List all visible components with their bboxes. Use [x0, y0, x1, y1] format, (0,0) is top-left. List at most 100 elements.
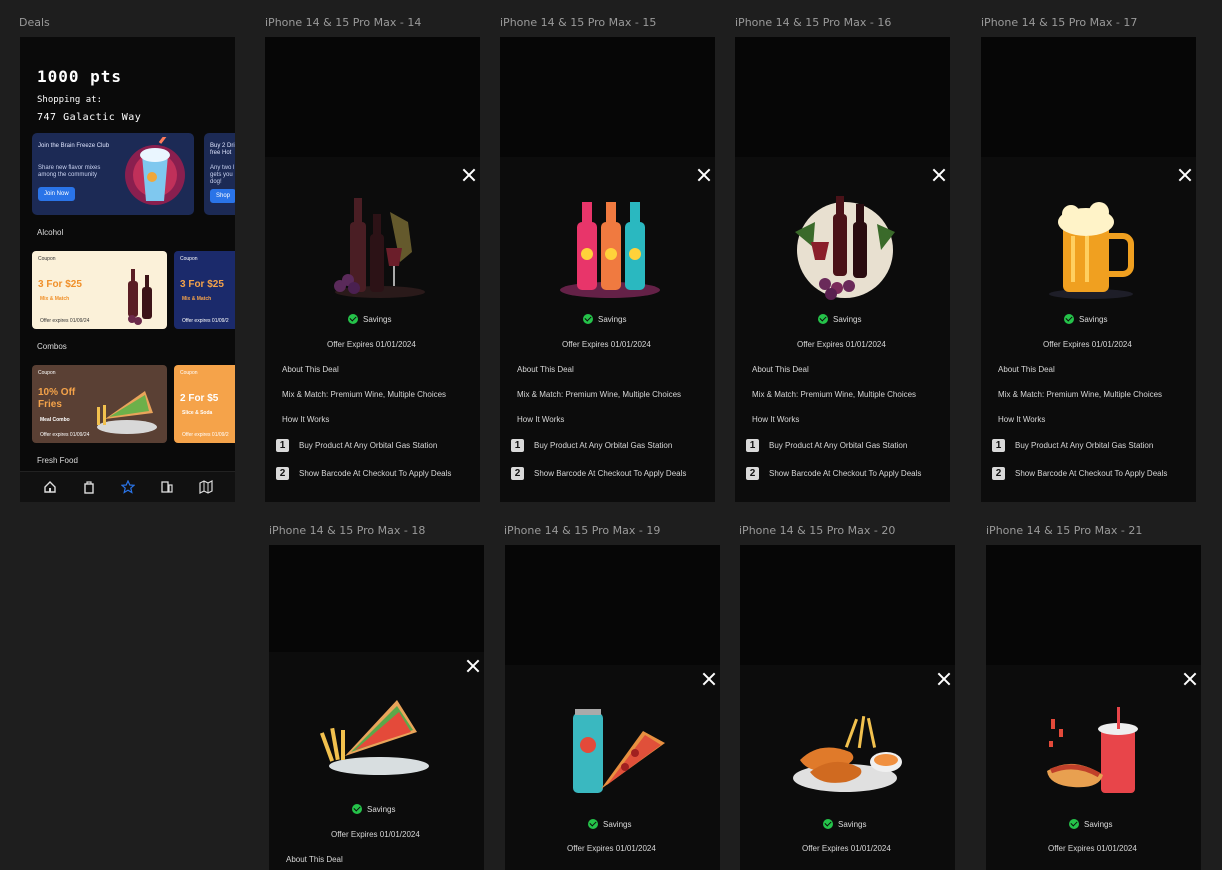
coupon-card-wine[interactable]: Coupon 3 For $25 Mix & Match Offer expir…	[32, 251, 167, 329]
savings-label: Savings	[1079, 314, 1108, 324]
step-1-icon: 1	[276, 439, 289, 452]
store-address[interactable]: 747 Galactic Way	[37, 112, 141, 123]
savings-row: Savings	[818, 314, 861, 324]
about-heading: About This Deal	[517, 365, 574, 374]
frame-label: iPhone 14 & 15 Pro Max - 16	[735, 16, 892, 29]
deal-detail-frame: Savings Offer Expires 01/01/2024	[986, 545, 1201, 870]
close-icon[interactable]	[466, 659, 480, 673]
sandwich-image	[97, 391, 157, 434]
check-icon	[583, 314, 593, 324]
how-it-works-heading: How It Works	[752, 415, 800, 424]
deal-detail-frame: Savings Offer Expires 01/01/2024 About T…	[735, 37, 950, 502]
coupon-card-wine-2[interactable]: Coupon 3 For $25 Mix & Match Offer expir…	[174, 251, 235, 329]
offer-expiry: Offer Expires 01/01/2024	[567, 844, 656, 853]
slushie-cup-image	[125, 137, 185, 205]
promo-card-hot-dog[interactable]: Buy 2 Dri free Hot Any two l gets you do…	[204, 133, 235, 215]
section-title-alcohol: Alcohol	[37, 228, 64, 237]
savings-label: Savings	[1084, 819, 1113, 829]
about-heading: About This Deal	[998, 365, 1055, 374]
promo-desc: Share new flavor mixes among the communi…	[38, 165, 101, 178]
close-icon[interactable]	[932, 168, 946, 182]
how-it-works-heading: How It Works	[517, 415, 565, 424]
coupon-expiry: Offer expires 01/09/24	[40, 318, 90, 324]
deal-description: Mix & Match: Premium Wine, Multiple Choi…	[517, 390, 682, 399]
close-icon[interactable]	[697, 168, 711, 182]
promo-title: Join the Brain Freeze Club	[38, 143, 110, 149]
savings-row: Savings	[348, 314, 391, 324]
deal-detail-sheet: Savings Offer Expires 01/01/2024 About T…	[735, 157, 950, 502]
star-icon[interactable]	[121, 480, 135, 494]
deal-detail-sheet: Savings Offer Expires 01/01/2024	[986, 665, 1201, 870]
chicken-fries-image	[793, 716, 902, 792]
check-icon	[1064, 314, 1074, 324]
coupon-subtitle: Meal Combo	[40, 417, 70, 423]
savings-row: Savings	[823, 819, 866, 829]
how-it-works-heading: How It Works	[998, 415, 1046, 424]
offer-expiry: Offer Expires 01/01/2024	[331, 830, 420, 839]
coupon-subtitle: Slice & Soda	[182, 410, 213, 416]
section-title-combos: Combos	[37, 342, 67, 351]
check-icon	[352, 804, 362, 814]
savings-label: Savings	[838, 819, 867, 829]
close-icon[interactable]	[702, 672, 716, 686]
about-heading: About This Deal	[752, 365, 809, 374]
deal-detail-frame: Savings Offer Expires 01/01/2024 About T…	[265, 37, 480, 502]
savings-row: Savings	[588, 819, 631, 829]
frame-label-deals: Deals	[19, 16, 50, 29]
frame-label: iPhone 14 & 15 Pro Max - 17	[981, 16, 1138, 29]
frame-label: iPhone 14 & 15 Pro Max - 19	[504, 524, 661, 537]
coupon-title: 10% Off Fries	[38, 387, 76, 410]
about-heading: About This Deal	[286, 855, 343, 864]
deal-detail-frame: Savings Offer Expires 01/01/2024 About T…	[500, 37, 715, 502]
soda-pizza-image	[573, 709, 665, 793]
join-now-button[interactable]: Join Now	[38, 187, 75, 201]
coupon-subtitle: Mix & Match	[182, 296, 212, 302]
promo-title: Buy 2 Dri free Hot	[210, 143, 235, 156]
wine-grapes-image	[795, 196, 895, 300]
coupon-tag: Coupon	[180, 256, 198, 262]
coupon-title: 3 For $25	[38, 279, 82, 290]
points-balance: 1000 pts	[37, 67, 123, 86]
savings-label: Savings	[367, 804, 396, 814]
step-2-icon: 2	[746, 467, 759, 480]
close-icon[interactable]	[1183, 672, 1197, 686]
offer-expiry: Offer Expires 01/01/2024	[797, 340, 886, 349]
home-icon[interactable]	[43, 480, 57, 494]
close-icon[interactable]	[1178, 168, 1192, 182]
deal-detail-sheet: Savings Offer Expires 01/01/2024	[505, 665, 720, 870]
bottom-nav	[20, 471, 235, 502]
step-2-icon: 2	[511, 467, 524, 480]
sandwich-fries-image	[319, 700, 429, 775]
map-icon[interactable]	[199, 480, 213, 494]
deals-home-frame: 1000 pts Shopping at: 747 Galactic Way J…	[20, 37, 235, 502]
promo-card-brain-freeze[interactable]: Join the Brain Freeze Club Share new fla…	[32, 133, 194, 215]
coupon-tag: Coupon	[180, 370, 198, 376]
soda-bottles-image	[560, 202, 660, 298]
deal-description: Mix & Match: Premium Wine, Multiple Choi…	[752, 390, 917, 399]
offer-expiry: Offer Expires 01/01/2024	[802, 844, 891, 853]
deal-description: Mix & Match: Premium Wine, Multiple Choi…	[282, 390, 447, 399]
step-2-text: Show Barcode At Checkout To Apply Deals	[534, 469, 687, 478]
savings-label: Savings	[603, 819, 632, 829]
savings-label: Savings	[363, 314, 392, 324]
receipt-icon[interactable]	[160, 480, 174, 494]
how-it-works-heading: How It Works	[282, 415, 330, 424]
step-1-icon: 1	[992, 439, 1005, 452]
coupon-card-pizza[interactable]: Coupon 2 For $5 Slice & Soda Offer expir…	[174, 365, 235, 443]
step-2-text: Show Barcode At Checkout To Apply Deals	[1015, 469, 1168, 478]
bag-icon[interactable]	[82, 480, 96, 494]
check-icon	[588, 819, 598, 829]
about-heading: About This Deal	[282, 365, 339, 374]
deal-detail-frame: Savings Offer Expires 01/01/2024	[740, 545, 955, 870]
deal-description: Mix & Match: Premium Wine, Multiple Choi…	[998, 390, 1163, 399]
shop-button[interactable]: Shop	[210, 189, 235, 203]
close-icon[interactable]	[937, 672, 951, 686]
coupon-card-fries[interactable]: Coupon 10% Off Fries Meal Combo Offer ex…	[32, 365, 167, 443]
coupon-title: 2 For $5	[180, 393, 219, 404]
savings-row: Savings	[1069, 819, 1112, 829]
beer-mug-image	[1049, 202, 1134, 299]
frame-label: iPhone 14 & 15 Pro Max - 18	[269, 524, 426, 537]
deal-detail-frame: Savings Offer Expires 01/01/2024 About T…	[981, 37, 1196, 502]
frame-label: iPhone 14 & 15 Pro Max - 15	[500, 16, 657, 29]
close-icon[interactable]	[462, 168, 476, 182]
